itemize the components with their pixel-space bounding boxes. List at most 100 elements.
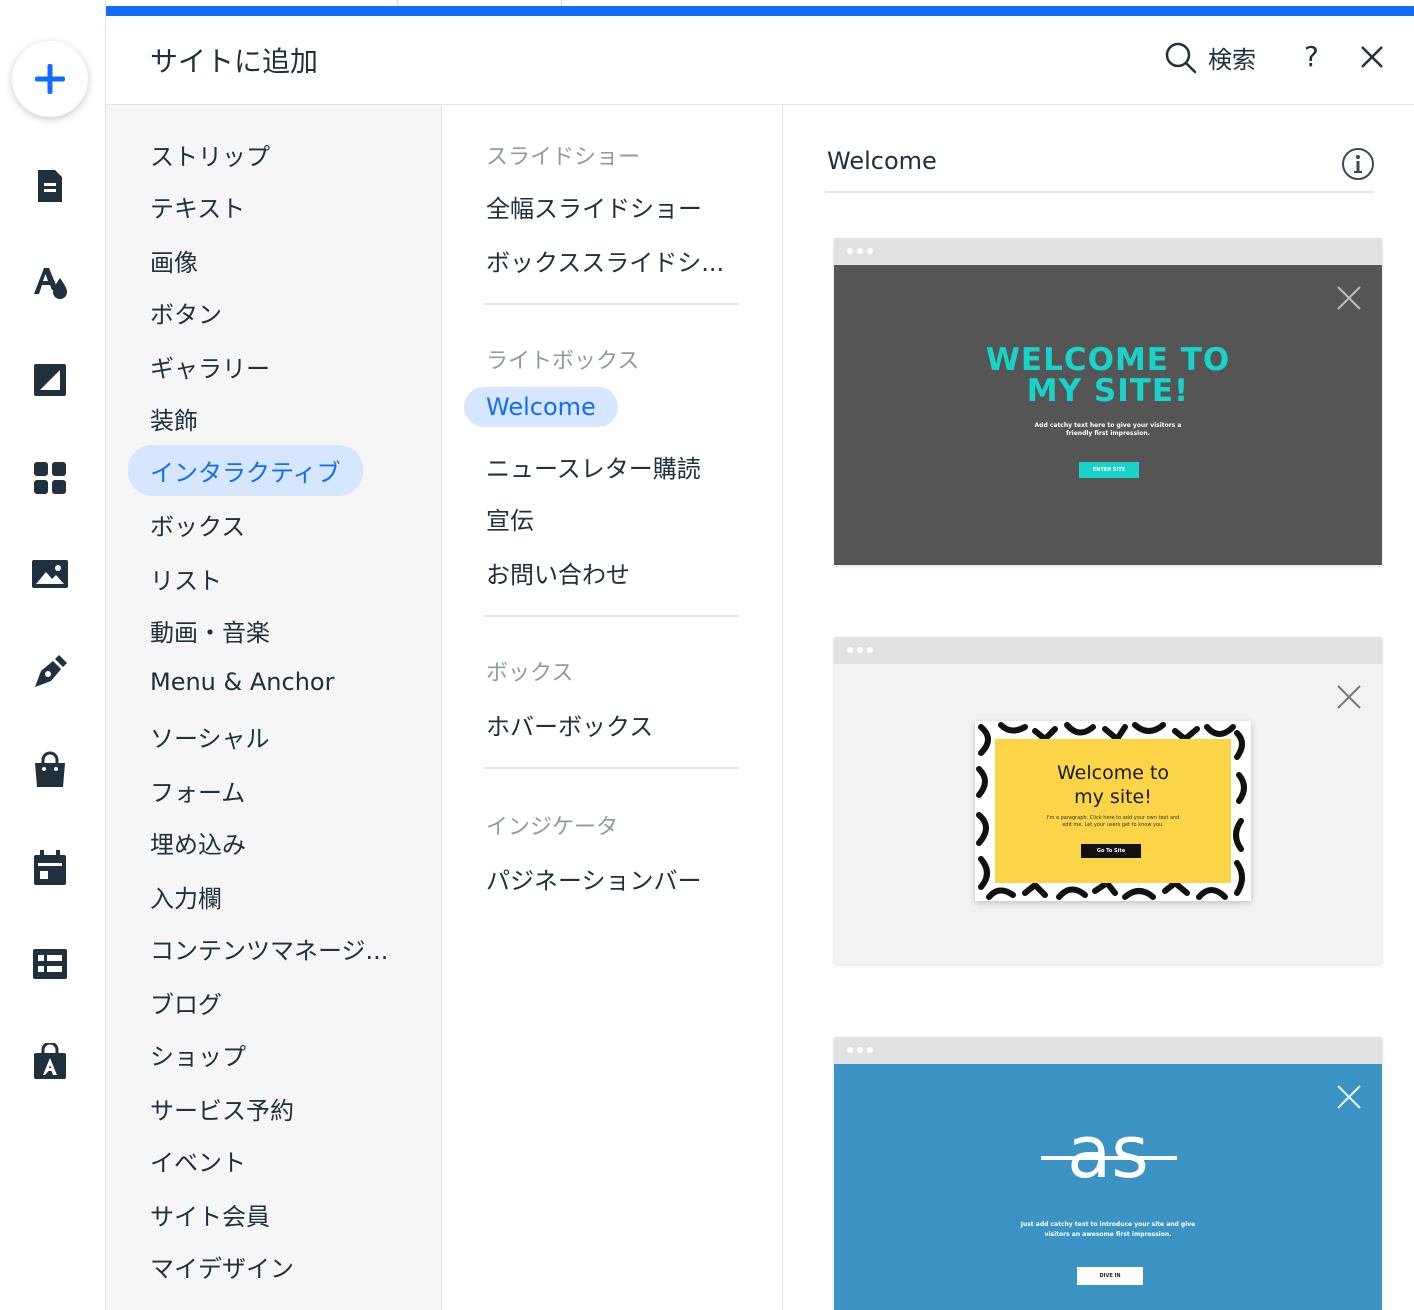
category-item[interactable]: 入力欄 — [150, 879, 222, 914]
section-divider — [484, 303, 739, 305]
window-dots-icon — [847, 248, 873, 254]
template-heading: WELCOME TO MY SITE! — [834, 345, 1382, 407]
close-icon — [1337, 286, 1361, 310]
paragraph-line: friendly first impression. — [1066, 430, 1150, 437]
template-button: Go To Site — [1081, 844, 1141, 858]
category-item[interactable]: 画像 — [150, 243, 198, 278]
category-item[interactable]: Menu & Anchor — [150, 668, 334, 696]
accent-bar — [106, 6, 1414, 16]
heading-line: MY SITE! — [1026, 373, 1190, 409]
paragraph-line: Add catchy text here to give your visito… — [1034, 422, 1182, 429]
template-heading: Welcome to my site! — [995, 761, 1231, 809]
category-item[interactable]: ソーシャル — [150, 719, 270, 754]
section-title: インジケータ — [486, 815, 619, 840]
apps-icon[interactable] — [28, 456, 72, 500]
lightbox-template-card[interactable]: as Just add catchy text to introduce you… — [834, 1037, 1382, 1310]
template-preview: as Just add catchy text to introduce you… — [834, 1064, 1382, 1310]
paragraph-line: Just add catchy text to introduce your s… — [1020, 1221, 1196, 1228]
template-logo: as — [1067, 1110, 1149, 1194]
preview-divider — [825, 191, 1374, 193]
browser-chrome — [834, 238, 1382, 265]
search-icon — [1165, 42, 1197, 73]
pages-icon[interactable] — [28, 164, 72, 208]
help-button[interactable]: ? — [1304, 40, 1319, 73]
category-item[interactable]: ストリップ — [150, 137, 270, 172]
list-item[interactable]: お問い合わせ — [486, 555, 630, 590]
section-title: スライドショー — [486, 145, 641, 170]
lightbox-template-card[interactable]: Welcome to my site! I'm a paragraph. Cli… — [834, 637, 1382, 964]
heading-line: WELCOME TO — [985, 342, 1231, 378]
app-market-icon[interactable] — [28, 1040, 72, 1084]
list-item[interactable]: ボックススライドシ... — [486, 243, 724, 278]
preview-panel: Welcome WELCOME TO MY SITE! Add catchy t… — [783, 105, 1414, 1310]
left-rail — [0, 6, 106, 1310]
browser-chrome — [834, 637, 1382, 664]
paragraph-line: edit me. Let your users get to know you. — [1062, 822, 1164, 828]
calendar-icon[interactable] — [28, 846, 72, 890]
background-icon[interactable] — [28, 358, 72, 402]
browser-chrome — [834, 1037, 1382, 1064]
section-divider — [484, 615, 739, 617]
category-item[interactable]: サービス予約 — [150, 1091, 294, 1126]
category-item[interactable]: マイデザイン — [150, 1249, 294, 1284]
section-divider — [484, 767, 739, 769]
template-paragraph: Add catchy text here to give your visito… — [834, 422, 1382, 438]
category-item[interactable]: サイト会員 — [150, 1197, 270, 1232]
list-item[interactable]: 宣伝 — [486, 501, 534, 536]
category-item[interactable]: 装飾 — [150, 401, 198, 436]
media-icon[interactable] — [28, 552, 72, 596]
close-icon — [1337, 685, 1361, 709]
template-button: ENTER SITE — [1079, 462, 1139, 478]
list-item[interactable]: ホバーボックス — [486, 707, 653, 742]
heading-line: my site! — [1074, 786, 1152, 808]
paragraph-line: visitors an awesome first impression. — [1044, 1231, 1172, 1238]
panel-title: サイトに追加 — [150, 45, 319, 78]
pen-icon[interactable] — [28, 650, 72, 694]
close-button[interactable] — [1359, 44, 1385, 74]
category-item[interactable]: コンテンツマネージ... — [150, 931, 388, 966]
info-button[interactable] — [1341, 147, 1375, 185]
category-item[interactable]: ギャラリー — [150, 349, 270, 384]
category-item[interactable]: リスト — [150, 561, 222, 596]
category-item[interactable]: ショップ — [150, 1037, 246, 1072]
logo-strike — [1041, 1156, 1177, 1160]
category-item[interactable]: ボックス — [150, 507, 245, 542]
close-icon — [1361, 46, 1383, 68]
template-paragraph: I'm a paragraph. Click here to add your … — [995, 815, 1231, 829]
info-icon — [1342, 148, 1374, 180]
close-icon — [1337, 1085, 1361, 1109]
lightbox-template-card[interactable]: WELCOME TO MY SITE! Add catchy text here… — [834, 238, 1382, 565]
list-item[interactable]: パジネーションバー — [486, 861, 702, 896]
subcategory-list: スライドショー 全幅スライドショー ボックススライドシ... ライトボックス W… — [442, 105, 783, 1310]
category-item[interactable]: 動画・音楽 — [150, 613, 270, 648]
list-item[interactable]: ニュースレター購読 — [486, 449, 701, 484]
paragraph-line: I'm a paragraph. Click here to add your … — [1046, 815, 1180, 821]
top-strip — [0, 0, 1414, 16]
search-label: 検索 — [1208, 46, 1256, 74]
table-icon[interactable] — [28, 942, 72, 986]
category-item[interactable]: ブログ — [150, 985, 222, 1020]
heading-line: Welcome to — [1056, 762, 1170, 784]
category-item[interactable]: ボタン — [150, 295, 222, 330]
template-preview: WELCOME TO MY SITE! Add catchy text here… — [834, 265, 1382, 565]
category-item[interactable]: テキスト — [150, 189, 245, 224]
panel-header: サイトに追加 検索 ? — [106, 16, 1414, 105]
list-item[interactable]: 全幅スライドショー — [486, 189, 702, 224]
theme-icon[interactable] — [28, 260, 72, 304]
window-dots-icon — [847, 647, 873, 653]
yellow-card: Welcome to my site! I'm a paragraph. Cli… — [995, 739, 1231, 883]
add-elements-button[interactable] — [12, 41, 88, 117]
section-title: ボックス — [486, 661, 574, 686]
category-item-active[interactable]: インタラクティブ — [128, 445, 363, 496]
category-item[interactable]: フォーム — [150, 773, 245, 808]
window-dots-icon — [847, 1047, 873, 1053]
store-icon[interactable] — [28, 748, 72, 792]
preview-title: Welcome — [827, 147, 937, 175]
search-button[interactable]: 検索 — [1164, 40, 1256, 75]
template-preview: Welcome to my site! I'm a paragraph. Cli… — [834, 664, 1382, 964]
category-list: ストリップ テキスト 画像 ボタン ギャラリー 装飾 インタラクティブ ボックス… — [106, 105, 442, 1310]
section-title: ライトボックス — [486, 349, 640, 374]
category-item[interactable]: 埋め込み — [150, 825, 246, 860]
category-item[interactable]: イベント — [150, 1143, 246, 1178]
list-item-active[interactable]: Welcome — [464, 387, 618, 427]
